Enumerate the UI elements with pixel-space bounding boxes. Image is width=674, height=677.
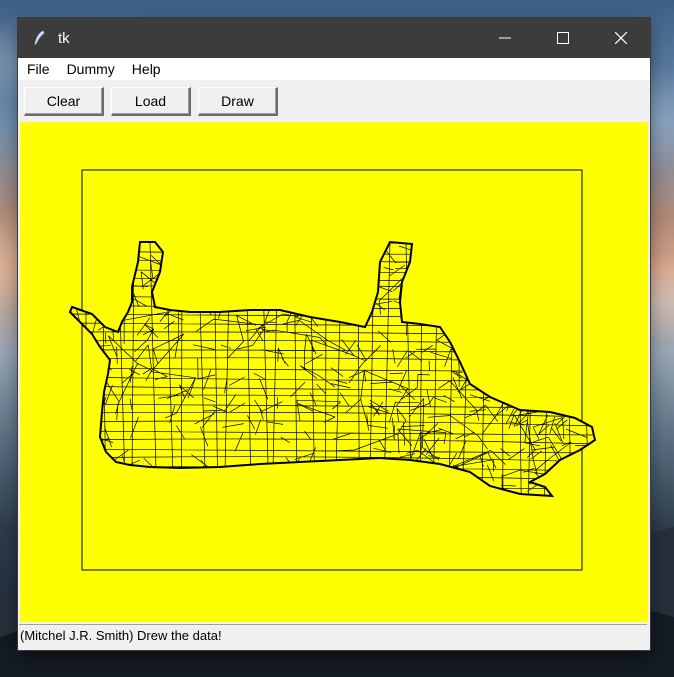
draw-button[interactable]: Draw (198, 86, 278, 116)
menu-help[interactable]: Help (123, 58, 169, 80)
feather-icon (30, 29, 48, 47)
menu-bar: File Dummy Help (18, 58, 650, 80)
toolbar: Clear Load Draw (18, 80, 650, 122)
maximize-icon (557, 32, 569, 44)
clear-button[interactable]: Clear (24, 86, 104, 116)
load-button[interactable]: Load (111, 86, 191, 116)
app-window: tk File Dummy Help Clear Load Draw (Mitc… (18, 18, 650, 650)
maximize-button[interactable] (534, 18, 592, 58)
close-button[interactable] (592, 18, 650, 58)
wireframe-mesh (68, 169, 597, 571)
menu-file[interactable]: File (18, 58, 58, 80)
minimize-icon (499, 37, 511, 39)
drawing-canvas[interactable] (20, 122, 648, 622)
status-bar: (Mitchel J.R. Smith) Drew the data! (19, 624, 647, 647)
menu-dummy[interactable]: Dummy (58, 58, 123, 80)
close-icon (615, 32, 627, 44)
window-title: tk (58, 29, 70, 47)
title-bar[interactable]: tk (18, 18, 650, 58)
minimize-button[interactable] (476, 18, 534, 58)
